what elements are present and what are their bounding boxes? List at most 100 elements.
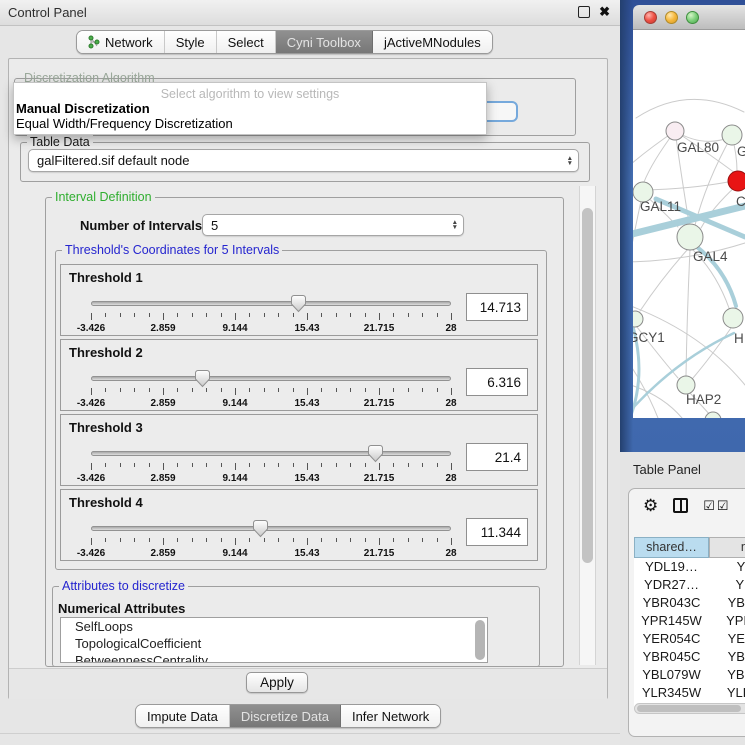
network-window-titlebar[interactable] [633,5,745,30]
table-row[interactable]: YBL079WYBL079W [634,666,745,684]
tick-mark [264,538,265,542]
tick-mark [163,313,164,320]
node-h[interactable] [723,308,743,328]
table-row[interactable]: YLR345WYLR345W [634,684,745,702]
apply-button[interactable]: Apply [246,672,308,693]
checkbox-icon[interactable]: ☑ [703,498,715,514]
table-cell: YDL19 [709,558,745,576]
node-top-right[interactable] [722,125,742,145]
tick-mark [91,388,92,395]
threshold-value-field[interactable]: 21.4 [466,443,528,471]
tick-mark [422,463,423,467]
tick-mark [221,538,222,542]
node-gal4[interactable] [677,224,703,250]
threshold-slider[interactable]: -3.4262.8599.14415.4321.71528 [91,451,451,483]
tick-mark [249,313,250,317]
table-data-group-title: Table Data [27,135,93,149]
mac-minimize-button[interactable] [665,11,678,24]
table-hscrollbar-track[interactable] [634,703,745,714]
table-row[interactable]: YDR27…YDR27 [634,576,745,594]
table-row[interactable]: YBR045CYBR045C [634,648,745,666]
algorithm-option-equal-width-frequency[interactable]: Equal Width/Frequency Discretization [14,116,486,131]
tab-select[interactable]: Select [217,31,276,53]
tick-mark [293,463,294,467]
panel-scrollbar-thumb[interactable] [582,208,593,563]
tab-jactivemnodules[interactable]: jActiveMNodules [373,31,492,53]
select-columns-icons[interactable]: ☑ ☑ [703,498,728,514]
mac-close-button[interactable] [644,11,657,24]
attribute-list-item[interactable]: BetweennessCentrality [61,652,487,663]
threshold-slider[interactable]: -3.4262.8599.14415.4321.71528 [91,526,451,558]
panel-scrollbar-track[interactable] [579,186,596,665]
attribute-list-item[interactable]: TopologicalCoefficient [61,635,487,652]
tick-label: 21.715 [364,323,395,334]
node-gcy1[interactable] [633,311,643,327]
control-panel-titlebar: Control Panel ✖ [0,0,620,26]
float-window-icon[interactable] [578,6,590,18]
threshold-panel-2: Threshold 2-3.4262.8599.14415.4321.71528… [60,339,538,411]
tick-mark [249,538,250,542]
threshold-slider[interactable]: -3.4262.8599.14415.4321.71528 [91,301,451,333]
algorithm-option-manual-discretization[interactable]: Manual Discretization [14,101,486,116]
threshold-slider[interactable]: -3.4262.8599.14415.4321.71528 [91,376,451,408]
threshold-label: Threshold 3 [69,420,143,435]
slider-handle-icon[interactable] [194,369,211,388]
tick-label: -3.426 [77,398,105,409]
tick-mark [336,313,337,317]
tab-cyni-toolbox[interactable]: Cyni Toolbox [276,31,373,53]
tick-mark [206,313,207,317]
threshold-value-field[interactable]: 6.316 [466,368,528,396]
node-label: H [734,331,744,346]
slider-ticks [91,538,451,546]
tick-label: 2.859 [150,398,175,409]
threshold-value-field[interactable]: 11.344 [466,518,528,546]
tab-style[interactable]: Style [165,31,217,53]
gear-icon[interactable]: ⚙ [643,497,658,514]
slider-handle-icon[interactable] [290,294,307,313]
apply-strip [9,668,607,699]
table-row[interactable]: YDL19…YDL19 [634,558,745,576]
table-hscrollbar-thumb[interactable] [637,705,741,712]
node-bottom[interactable] [705,412,721,418]
threshold-panel-3: Threshold 3 -3.4262.8599.14415.4321.71528… [60,414,538,486]
table-cell: YBR045C [634,648,709,666]
tick-mark [192,463,193,467]
tick-mark [408,388,409,392]
close-window-icon[interactable]: ✖ [599,5,610,18]
tab-discretize-data[interactable]: Discretize Data [230,705,341,727]
slider-handle-icon[interactable] [252,519,269,538]
table-data-combobox[interactable]: galFiltered.sif default node ▲▼ [28,149,579,172]
table-cell: YPR145W [634,612,709,630]
table-cell: YBL079W [709,666,745,684]
tick-mark [350,463,351,467]
mac-zoom-button[interactable] [686,11,699,24]
table-row[interactable]: YPR145WYPR145W [634,612,745,630]
slider-handle-icon[interactable] [367,444,384,463]
table-row[interactable]: YBR043CYBR043C [634,594,745,612]
tab-cyni-toolbox-label: Cyni Toolbox [287,35,361,50]
cyni-mode-tab-bar: Impute DataDiscretize DataInfer Network [135,704,441,728]
tab-impute-data[interactable]: Impute Data [136,705,230,727]
tab-infer-network[interactable]: Infer Network [341,705,440,727]
node-red[interactable] [728,171,745,191]
column-header-shared-name[interactable]: shared… [634,537,709,558]
tick-mark [350,313,351,317]
checkbox-icon[interactable]: ☑ [717,498,729,514]
column-header-name[interactable]: name [709,537,745,558]
table-row[interactable]: YER054CYER054C [634,630,745,648]
tick-mark [264,313,265,317]
number-of-intervals-combobox[interactable]: 5 ▲▼ [202,214,464,236]
list-scrollbar-thumb[interactable] [475,620,485,660]
split-view-icon[interactable] [673,498,688,513]
tick-mark [221,388,222,392]
numerical-attributes-list[interactable]: SelfLoopsTopologicalCoefficientBetweenne… [60,617,488,663]
network-view-window: GAL80GACGAL11GAL4GCY1HHAP2 [633,5,745,418]
threshold-value-field[interactable]: 14.713 [466,293,528,321]
attribute-list-item[interactable]: SelfLoops [61,618,487,635]
tab-network[interactable]: Network [77,31,165,53]
tick-mark [177,388,178,392]
tick-mark [134,313,135,317]
node-gal80[interactable] [666,122,684,140]
tick-mark [379,388,380,395]
network-canvas[interactable]: GAL80GACGAL11GAL4GCY1HHAP2 [633,30,745,418]
